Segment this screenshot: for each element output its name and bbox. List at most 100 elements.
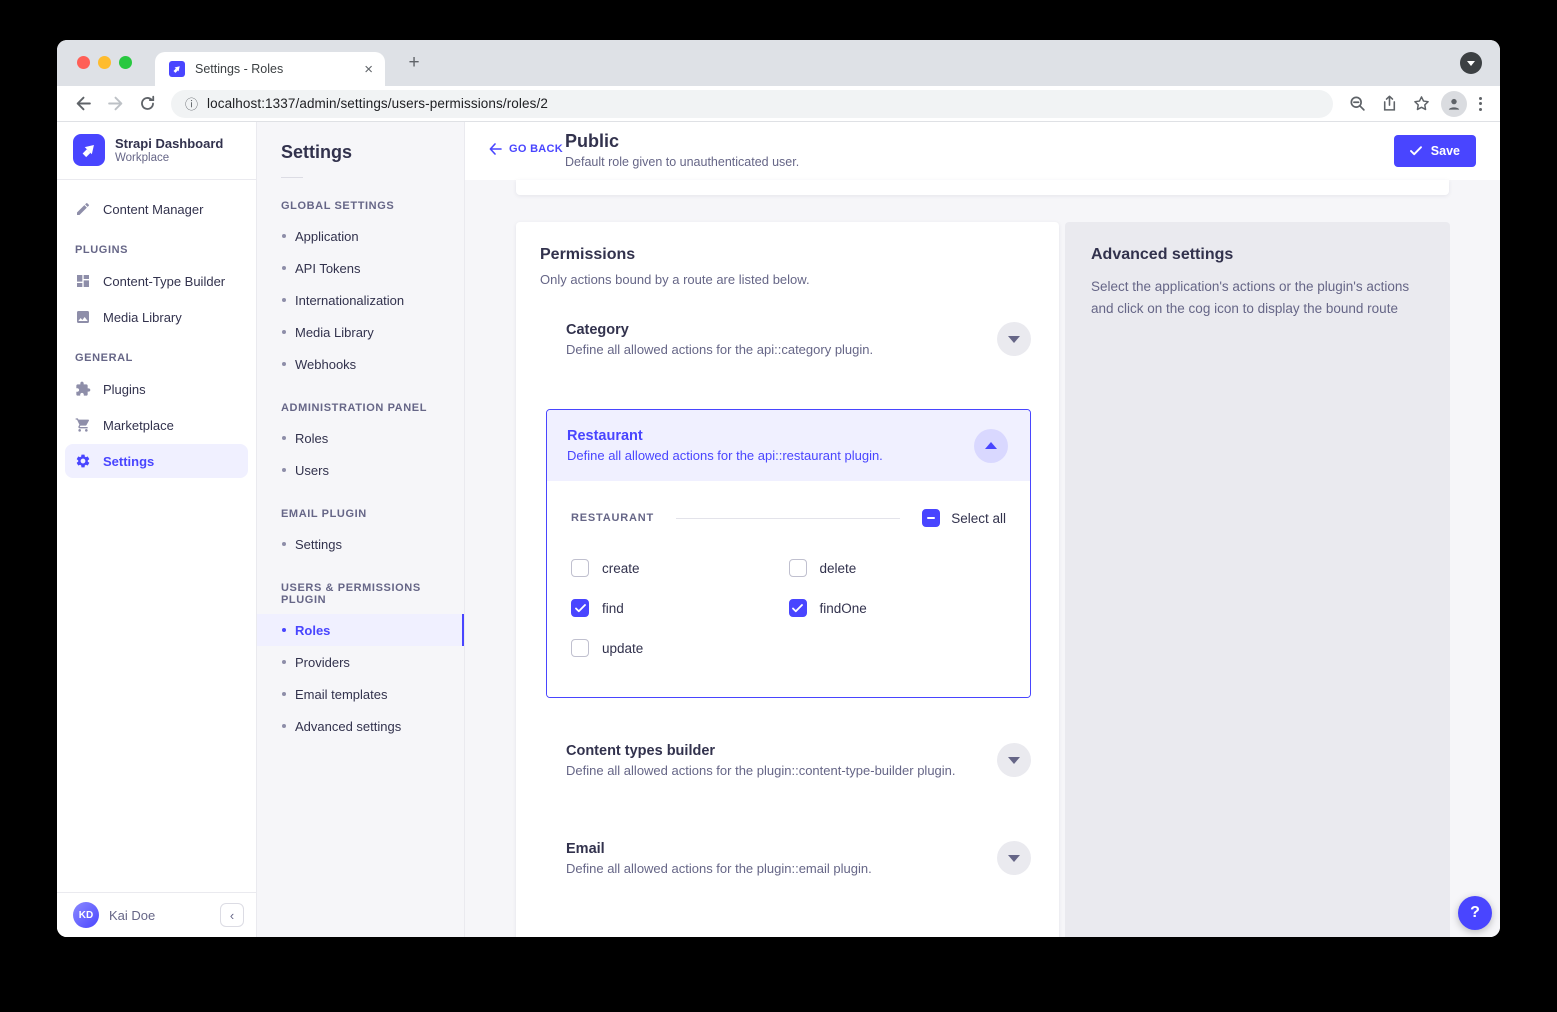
back-icon	[75, 95, 92, 112]
checkbox-findone[interactable]	[789, 599, 807, 617]
back-button[interactable]	[69, 90, 97, 118]
gear-icon	[75, 453, 91, 469]
page-subtitle: Default role given to unauthenticated us…	[565, 155, 799, 169]
bullet-icon	[282, 436, 286, 440]
check-icon	[792, 604, 803, 613]
sidebar-section-plugins: PLUGINS	[57, 228, 256, 262]
sidebar-item-plugins[interactable]: Plugins	[65, 372, 248, 406]
permission-row-create: create	[571, 559, 789, 577]
forward-icon	[107, 95, 124, 112]
browser-toolbar: ⓘ localhost:1337/admin/settings/users-pe…	[57, 86, 1500, 122]
sidebar-item-settings[interactable]: Settings	[65, 444, 248, 478]
settings-nav-item-email-templates[interactable]: Email templates	[257, 678, 464, 710]
strapi-logo-icon	[73, 134, 105, 166]
subnav-group-users-permissions: USERS & PERMISSIONS PLUGIN	[257, 560, 464, 614]
workspace-switcher[interactable]: Strapi Dashboard Workplace	[57, 122, 256, 179]
sidebar-section-general: GENERAL	[57, 336, 256, 370]
settings-nav-item-up-roles[interactable]: Roles	[257, 614, 464, 646]
collapse-restaurant-button[interactable]	[974, 429, 1008, 463]
settings-nav-item-providers[interactable]: Providers	[257, 646, 464, 678]
restaurant-permissions-body: RESTAURANT Select all	[547, 481, 1030, 697]
advanced-settings-description: Select the application's actions or the …	[1091, 276, 1421, 321]
subnav-title: Settings	[257, 122, 464, 163]
accordion-email[interactable]: Email Define all allowed actions for the…	[546, 830, 1031, 886]
edit-icon	[75, 201, 91, 217]
close-window-button[interactable]	[77, 56, 90, 69]
settings-nav-item-application[interactable]: Application	[257, 220, 464, 252]
settings-nav-item-api-tokens[interactable]: API Tokens	[257, 252, 464, 284]
bullet-icon	[282, 724, 286, 728]
tab-close-icon[interactable]: ×	[364, 61, 373, 78]
sidebar-item-content-type-builder[interactable]: Content-Type Builder	[65, 264, 248, 298]
address-bar[interactable]: ⓘ localhost:1337/admin/settings/users-pe…	[171, 90, 1333, 118]
expand-content-types-builder-button[interactable]	[997, 743, 1031, 777]
accordion-category[interactable]: Category Define all allowed actions for …	[546, 311, 1031, 367]
layout-icon	[75, 273, 91, 289]
bullet-icon	[282, 692, 286, 696]
bullet-icon	[282, 234, 286, 238]
settings-nav-item-webhooks[interactable]: Webhooks	[257, 348, 464, 380]
checkbox-create[interactable]	[571, 559, 589, 577]
bookmark-star-icon	[1413, 95, 1430, 112]
browser-menu-button[interactable]	[1471, 97, 1490, 111]
settings-nav-item-advanced-settings[interactable]: Advanced settings	[257, 710, 464, 742]
site-info-icon[interactable]: ⓘ	[185, 94, 198, 113]
chevron-left-icon: ‹	[230, 908, 234, 923]
accordion-i18n[interactable]: i18n	[546, 928, 1031, 937]
checkbox-find[interactable]	[571, 599, 589, 617]
tab-search-button[interactable]	[1460, 52, 1482, 74]
select-all-checkbox[interactable]	[922, 509, 940, 527]
save-button[interactable]: Save	[1394, 135, 1476, 167]
browser-profile-button[interactable]	[1441, 91, 1467, 117]
browser-window: Settings - Roles × + ⓘ localhost:1337/ad…	[57, 40, 1500, 937]
restaurant-section-label: RESTAURANT	[571, 512, 654, 524]
minimize-window-button[interactable]	[98, 56, 111, 69]
page-header: GO BACK Public Default role given to una…	[465, 122, 1500, 180]
strapi-favicon-icon	[169, 61, 185, 77]
workspace-name: Workplace	[115, 152, 223, 164]
permission-row-delete: delete	[789, 559, 1007, 577]
zoom-window-button[interactable]	[119, 56, 132, 69]
bullet-icon	[282, 660, 286, 664]
page-title: Public	[565, 131, 799, 152]
settings-nav-item-media-library[interactable]: Media Library	[257, 316, 464, 348]
settings-nav-item-admin-roles[interactable]: Roles	[257, 422, 464, 454]
browser-tab[interactable]: Settings - Roles ×	[155, 52, 385, 86]
user-menu[interactable]: KD Kai Doe ‹	[57, 892, 256, 937]
share-button[interactable]	[1375, 90, 1403, 118]
permissions-panel: Permissions Only actions bound by a rout…	[516, 222, 1059, 937]
divider	[676, 518, 900, 519]
help-button[interactable]: ?	[1458, 896, 1492, 930]
accordion-restaurant: Restaurant Define all allowed actions fo…	[546, 409, 1031, 698]
permission-row-update: update	[571, 639, 789, 657]
new-tab-button[interactable]: +	[402, 51, 426, 75]
accordion-restaurant-header[interactable]: Restaurant Define all allowed actions fo…	[547, 410, 1030, 481]
reload-button[interactable]	[133, 90, 161, 118]
chevron-up-icon	[985, 442, 997, 449]
bookmark-button[interactable]	[1407, 90, 1435, 118]
role-details-card-bottom	[516, 180, 1449, 195]
media-icon	[75, 309, 91, 325]
sidebar-item-media-library[interactable]: Media Library	[65, 300, 248, 334]
bullet-icon	[282, 628, 286, 632]
subnav-group-administration-panel: ADMINISTRATION PANEL	[257, 380, 464, 422]
sidebar-item-content-manager[interactable]: Content Manager	[65, 192, 248, 226]
settings-nav-item-email-settings[interactable]: Settings	[257, 528, 464, 560]
check-icon	[575, 604, 586, 613]
collapse-sidebar-button[interactable]: ‹	[220, 903, 244, 927]
settings-nav-item-internationalization[interactable]: Internationalization	[257, 284, 464, 316]
go-back-link[interactable]: GO BACK	[489, 143, 563, 155]
settings-nav-item-admin-users[interactable]: Users	[257, 454, 464, 486]
bullet-icon	[282, 468, 286, 472]
checkbox-update[interactable]	[571, 639, 589, 657]
accordion-content-types-builder[interactable]: Content types builder Define all allowed…	[546, 732, 1031, 788]
expand-category-button[interactable]	[997, 322, 1031, 356]
main-content: GO BACK Public Default role given to una…	[465, 122, 1500, 937]
checkbox-delete[interactable]	[789, 559, 807, 577]
expand-email-button[interactable]	[997, 841, 1031, 875]
question-icon: ?	[1470, 904, 1480, 922]
zoom-out-button[interactable]	[1343, 90, 1371, 118]
sidebar-item-marketplace[interactable]: Marketplace	[65, 408, 248, 442]
indeterminate-icon	[927, 517, 935, 519]
forward-button[interactable]	[101, 90, 129, 118]
